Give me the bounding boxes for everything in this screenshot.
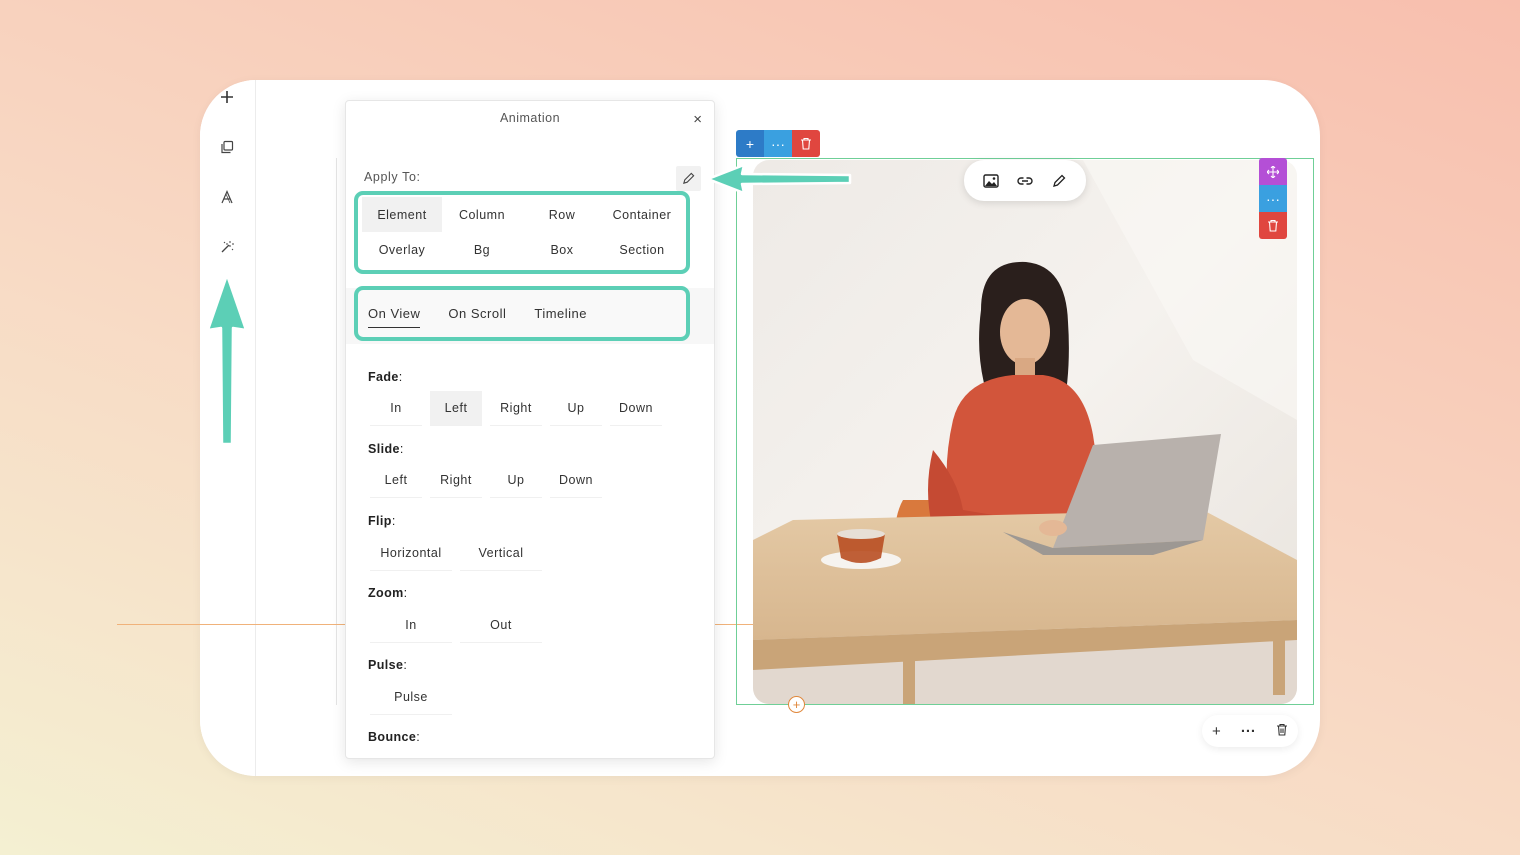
tab-on-scroll[interactable]: On Scroll	[448, 300, 506, 328]
apply-option-element[interactable]: Element	[362, 197, 442, 232]
zoom-options: In Out	[370, 608, 542, 643]
apply-to-label: Apply To:	[364, 170, 421, 184]
add-element-button[interactable]: +	[736, 130, 764, 157]
hero-photo[interactable]	[753, 160, 1297, 704]
slide-options: Left Right Up Down	[370, 463, 602, 498]
fade-label-text: Fade	[368, 370, 399, 384]
apply-option-section[interactable]: Section	[602, 232, 682, 267]
column-guide	[336, 158, 337, 705]
image-icon[interactable]	[982, 172, 1000, 190]
callout-arrow-right	[706, 163, 852, 195]
apply-option-box[interactable]: Box	[522, 232, 602, 267]
pencil-icon[interactable]	[1050, 172, 1068, 190]
slide-left-option[interactable]: Left	[370, 463, 422, 498]
fade-left-option[interactable]: Left	[430, 391, 482, 426]
apply-option-overlay[interactable]: Overlay	[362, 232, 442, 267]
slide-down-option[interactable]: Down	[550, 463, 602, 498]
element-actions: + ···	[736, 130, 820, 157]
fade-label: Fade:	[368, 370, 403, 384]
edit-apply-button[interactable]	[676, 166, 701, 191]
apply-option-row[interactable]: Row	[522, 197, 602, 232]
callout-arrow-up	[206, 273, 248, 446]
flip-vertical-option[interactable]: Vertical	[460, 536, 542, 571]
more-icon: ···	[1266, 190, 1280, 207]
delete-section-button[interactable]	[1276, 723, 1288, 740]
typography-icon[interactable]	[216, 186, 238, 208]
image-actions: ···	[1259, 158, 1287, 239]
animation-panel: Animation × Apply To: Element Column Row…	[345, 100, 715, 759]
pulse-label-text: Pulse	[368, 658, 404, 672]
link-icon[interactable]	[1016, 172, 1034, 190]
delete-element-button[interactable]	[792, 130, 820, 157]
pulse-label: Pulse:	[368, 658, 408, 672]
bounce-label: Bounce:	[368, 730, 421, 744]
fade-right-option[interactable]: Right	[490, 391, 542, 426]
trash-icon	[1268, 219, 1278, 232]
flip-label: Flip:	[368, 514, 396, 528]
fade-options: In Left Right Up Down	[370, 391, 662, 426]
fade-in-option[interactable]: In	[370, 391, 422, 426]
bounce-label-text: Bounce	[368, 730, 417, 744]
section-more-button[interactable]: ···	[1241, 723, 1256, 740]
image-more-button[interactable]: ···	[1259, 185, 1287, 212]
trash-icon	[801, 137, 811, 150]
flip-horizontal-option[interactable]: Horizontal	[370, 536, 452, 571]
apply-option-bg[interactable]: Bg	[442, 232, 522, 267]
fade-down-option[interactable]: Down	[610, 391, 662, 426]
close-icon[interactable]: ×	[693, 111, 702, 128]
apply-option-container[interactable]: Container	[602, 197, 682, 232]
plus-icon[interactable]	[216, 86, 238, 108]
zoom-out-option[interactable]: Out	[460, 608, 542, 643]
tab-timeline[interactable]: Timeline	[534, 300, 587, 328]
pulse-option[interactable]: Pulse	[370, 680, 452, 715]
add-section-button[interactable]: +	[1212, 723, 1221, 740]
slide-label: Slide:	[368, 442, 404, 456]
image-toolbar	[964, 160, 1086, 201]
plus-icon: +	[792, 697, 801, 712]
apply-option-column[interactable]: Column	[442, 197, 522, 232]
copy-icon[interactable]	[216, 136, 238, 158]
slide-up-option[interactable]: Up	[490, 463, 542, 498]
slide-label-text: Slide	[368, 442, 400, 456]
fade-up-option[interactable]: Up	[550, 391, 602, 426]
move-button[interactable]	[1259, 158, 1287, 185]
flip-options: Horizontal Vertical	[370, 536, 542, 571]
slide-right-option[interactable]: Right	[430, 463, 482, 498]
plus-icon: +	[745, 135, 755, 152]
photo-illustration	[753, 160, 1297, 704]
trigger-tabs: On View On Scroll Timeline	[354, 286, 690, 341]
zoom-in-option[interactable]: In	[370, 608, 452, 643]
zoom-label-text: Zoom	[368, 586, 404, 600]
pulse-options: Pulse	[370, 680, 452, 715]
trash-icon	[1276, 723, 1287, 736]
zoom-label: Zoom:	[368, 586, 408, 600]
move-icon	[1267, 165, 1279, 178]
more-icon: ···	[771, 135, 785, 152]
apply-to-options: Element Column Row Container Overlay Bg …	[354, 191, 690, 274]
add-row-button[interactable]: +	[788, 696, 805, 713]
delete-image-button[interactable]	[1259, 212, 1287, 239]
pencil-icon	[683, 172, 695, 184]
panel-title: Animation	[499, 111, 561, 125]
magic-wand-icon[interactable]	[216, 236, 238, 258]
flip-label-text: Flip	[368, 514, 392, 528]
tab-on-view[interactable]: On View	[368, 300, 421, 328]
more-options-button[interactable]: ···	[764, 130, 792, 157]
section-toolbar: + ···	[1202, 715, 1298, 747]
